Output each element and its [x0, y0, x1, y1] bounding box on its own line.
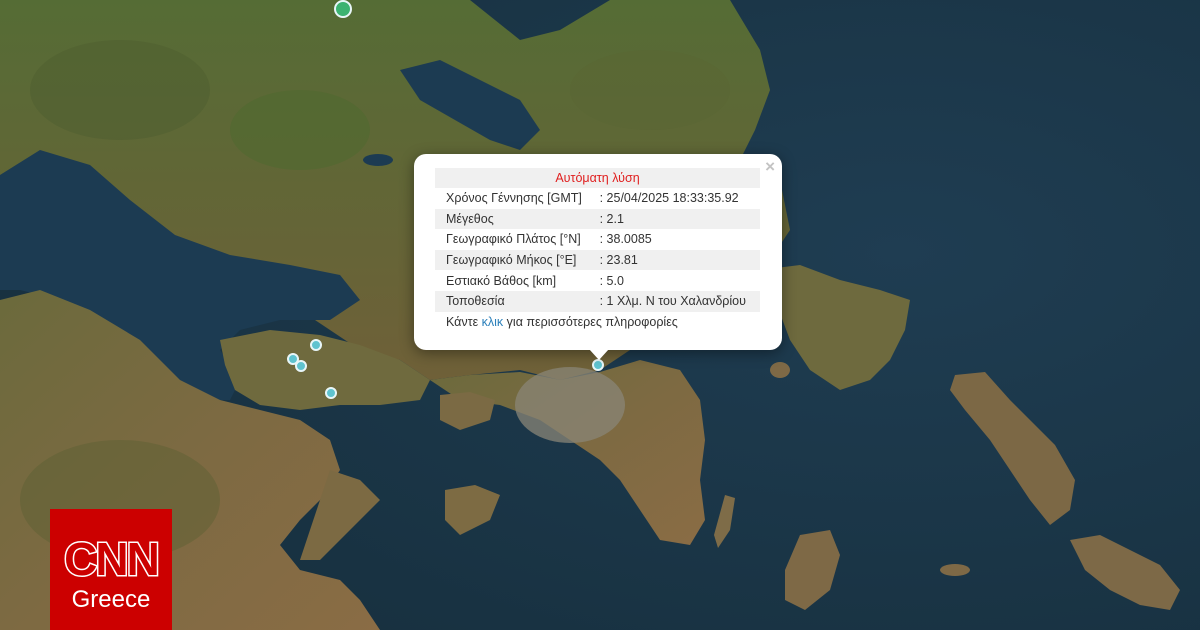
row-label: Χρόνος Γέννησης [GMT]	[446, 191, 582, 206]
islet	[770, 362, 790, 378]
close-icon[interactable]: ×	[765, 157, 775, 177]
table-row: Τοποθεσία: 1 Χλμ. Ν του Χαλανδρίου	[435, 290, 760, 312]
cnn-greece-logo: CNN Greece	[50, 509, 172, 630]
row-value: : 38.0085	[599, 232, 652, 247]
table-row: Γεωγραφικό Μήκος [°E]: 23.81	[435, 249, 760, 271]
lake	[363, 154, 393, 166]
row-value: : 1 Χλμ. Ν του Χαλανδρίου	[595, 290, 760, 312]
row-value: : 25/04/2025 18:33:35.92	[599, 191, 739, 206]
athens-urban	[515, 367, 625, 443]
cnn-logo-mark: CNN Greece	[63, 532, 162, 614]
earthquake-marker-selected[interactable]	[592, 359, 604, 371]
vegetation	[570, 50, 730, 130]
row-value: : 23.81	[595, 249, 760, 271]
more-info-line: Κάντε κλικ για περισσότερες πληροφορίες	[435, 312, 760, 332]
vegetation	[30, 40, 210, 140]
earthquake-marker-recent[interactable]	[334, 0, 352, 18]
islet	[940, 564, 970, 576]
table-row: Χρόνος Γέννησης [GMT] : 25/04/2025 18:33:…	[435, 188, 760, 209]
row-value: : 2.1	[595, 208, 760, 230]
row-label: Γεωγραφικό Πλάτος [°N]	[446, 232, 581, 247]
more-info-suffix: για περισσότερες πληροφορίες	[503, 314, 678, 329]
vegetation	[230, 90, 370, 170]
table-row: Μέγεθος: 2.1	[435, 208, 760, 230]
table-row: Γεωγραφικό Πλάτος [°N] : 38.0085	[435, 229, 760, 250]
more-info-link[interactable]: κλικ	[482, 315, 504, 329]
popup-title: Αυτόματη λύση	[435, 168, 760, 188]
popup-tip	[589, 349, 609, 360]
earthquake-details-table: Χρόνος Γέννησης [GMT] : 25/04/2025 18:33:…	[435, 188, 760, 312]
earthquake-marker[interactable]	[325, 387, 337, 399]
row-value: : 5.0	[599, 273, 624, 288]
earthquake-marker[interactable]	[310, 339, 322, 351]
row-label: Μέγεθος	[435, 208, 596, 230]
more-info-prefix: Κάντε	[446, 314, 482, 329]
logo-edition: Greece	[72, 586, 151, 613]
table-row: Εστιακό Βάθος [km] : 5.0	[435, 270, 760, 291]
earthquake-popup: × Αυτόματη λύση Χρόνος Γέννησης [GMT] : 2…	[414, 154, 782, 350]
row-label: Γεωγραφικό Μήκος [°E]	[435, 249, 596, 271]
logo-brand: CNN	[64, 533, 158, 585]
row-label: Εστιακό Βάθος [km]	[446, 273, 557, 288]
earthquake-marker[interactable]	[295, 360, 307, 372]
row-label: Τοποθεσία	[435, 290, 596, 312]
